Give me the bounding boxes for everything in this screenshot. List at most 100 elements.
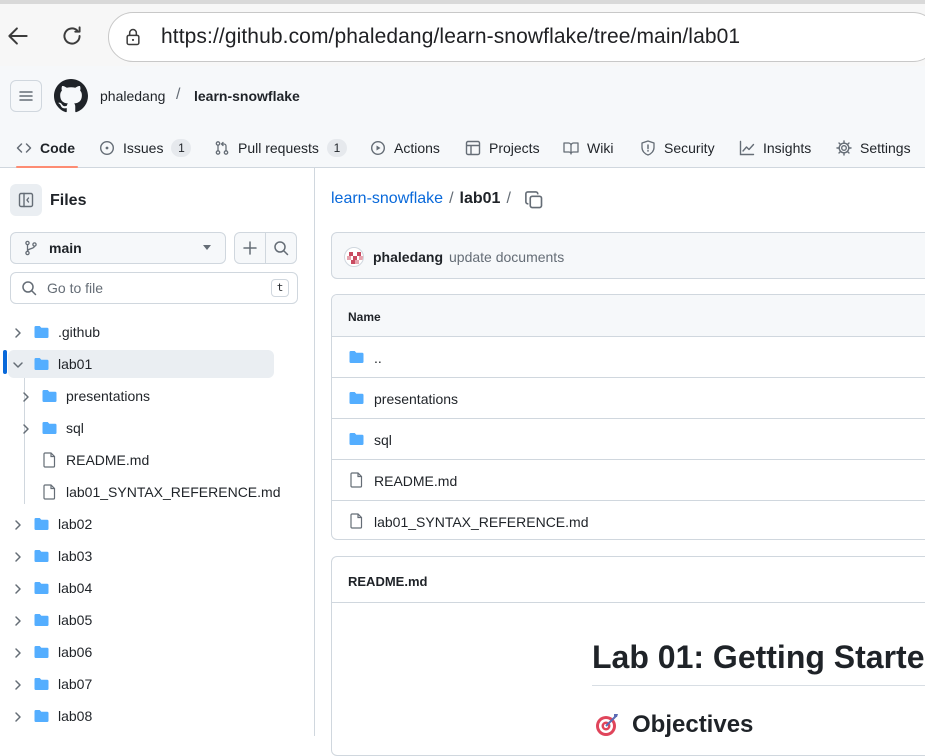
tree-item[interactable]: README.md [8,446,274,474]
file-link[interactable]: .. [374,350,382,366]
tree-item[interactable]: presentations [8,382,274,410]
add-file-button[interactable] [234,232,266,264]
tree-item[interactable]: lab08 [8,702,274,730]
tree-item-label: presentations [66,388,151,404]
owner-link[interactable]: phaledang [100,88,165,104]
branch-selector[interactable]: main [10,232,226,264]
tree-item[interactable]: lab03 [8,542,274,570]
tab-settings[interactable]: Settings [836,128,911,168]
breadcrumb-repo-link[interactable]: learn-snowflake [331,190,443,208]
reload-button[interactable] [54,18,90,54]
chevron-right-icon[interactable] [20,390,32,402]
table-row[interactable]: .. [332,337,925,378]
folder-icon [41,388,58,404]
collapse-sidebar-button[interactable] [10,184,42,216]
tab-issues[interactable]: Issues 1 [99,128,192,168]
file-link[interactable]: README.md [374,473,457,489]
table-row[interactable]: sql [332,419,925,460]
chevron-right-icon[interactable] [20,422,32,434]
tree-item[interactable]: lab06 [8,638,274,666]
tree-item[interactable]: sql [8,414,274,442]
go-to-file-input[interactable]: Go to file t [10,272,298,304]
tree-item[interactable]: lab02 [8,510,274,538]
tab-projects[interactable]: Projects [465,128,540,168]
table-row[interactable]: presentations [332,378,925,419]
plus-icon [243,241,257,255]
table-row[interactable]: README.md [332,460,925,501]
file-link[interactable]: lab01_SYNTAX_REFERENCE.md [374,514,588,530]
folder-icon [33,580,50,596]
chevron-right-icon[interactable] [12,582,24,594]
chevron-right-icon[interactable] [12,550,24,562]
tab-insights[interactable]: Insights [739,128,811,168]
chevron-down-icon[interactable] [12,358,24,370]
tab-wiki[interactable]: Wiki [563,128,613,168]
site-info-icon[interactable] [123,26,145,48]
tab-label: Security [664,140,715,156]
tree-item[interactable]: lab01_SYNTAX_REFERENCE.md [8,478,280,506]
chevron-right-icon[interactable] [12,518,24,530]
file-link[interactable]: sql [374,432,392,448]
tree-item-label: lab04 [58,580,93,596]
file-icon [348,513,365,529]
issue-icon [99,140,115,156]
readme-divider [592,685,925,686]
hamburger-icon [19,91,33,101]
file-icon [41,484,58,500]
tab-actions[interactable]: Actions [370,128,440,168]
chevron-right-icon[interactable] [12,326,24,338]
commit-author[interactable]: phaledang [373,249,443,265]
tree-item[interactable]: lab01 [8,350,274,378]
sidebar-collapse-icon [18,192,34,208]
github-logo-icon[interactable] [54,79,88,113]
search-code-button[interactable] [265,232,297,264]
chevron-right-icon[interactable] [12,614,24,626]
tree-item[interactable]: .github [8,318,274,346]
chevron-right-icon[interactable] [12,646,24,658]
chevron-right-icon[interactable] [12,710,24,722]
tree-item-label: lab02 [58,516,93,532]
repo-header: phaledang / learn-snowflake Code Issues … [0,66,925,168]
folder-icon [33,548,50,564]
address-bar[interactable]: https://github.com/phaledang/learn-snowf… [108,12,925,62]
file-link[interactable]: presentations [374,391,458,407]
pull-requests-count-badge: 1 [326,139,347,157]
path-breadcrumb: learn-snowflake / lab01 / [331,190,517,208]
readme-filename[interactable]: README.md [348,574,427,589]
table-row[interactable]: lab01_SYNTAX_REFERENCE.md [332,501,925,539]
pull-request-icon [215,141,229,155]
folder-icon [33,708,50,724]
menu-button[interactable] [10,80,42,112]
readme-panel: README.md Lab 01: Getting Started Object… [331,556,925,756]
tree-item-label: lab01 [58,356,93,372]
reload-icon [63,26,81,45]
tab-security[interactable]: Security [640,128,715,168]
gear-icon [836,140,852,156]
chevron-right-icon[interactable] [12,678,24,690]
tree-item-label: README.md [66,452,150,468]
copy-path-icon[interactable] [524,190,544,210]
objectives-heading: Objectives [632,711,754,738]
tree-item[interactable]: lab04 [8,574,274,602]
avatar[interactable] [344,247,364,267]
commit-message[interactable]: update documents [449,249,564,265]
tab-label: Issues [123,140,164,156]
tab-pull-requests[interactable]: Pull requests 1 [214,128,347,168]
keyboard-shortcut-hint: t [271,279,289,297]
folder-icon [41,420,58,436]
tree-item-label: lab07 [58,676,93,692]
table-header: Name [332,295,925,337]
chevron-down-icon [203,245,211,250]
tree-item[interactable]: lab05 [8,606,274,634]
folder-icon [33,644,50,660]
folder-icon [33,676,50,692]
folder-icon [348,431,365,447]
selection-indicator [3,350,7,374]
tab-code[interactable]: Code [16,128,78,168]
play-icon [370,140,386,156]
target-icon [596,714,618,736]
table-icon [465,140,481,156]
repo-link[interactable]: learn-snowflake [194,88,300,104]
tree-item[interactable]: lab07 [8,670,274,698]
back-button[interactable] [0,18,36,54]
